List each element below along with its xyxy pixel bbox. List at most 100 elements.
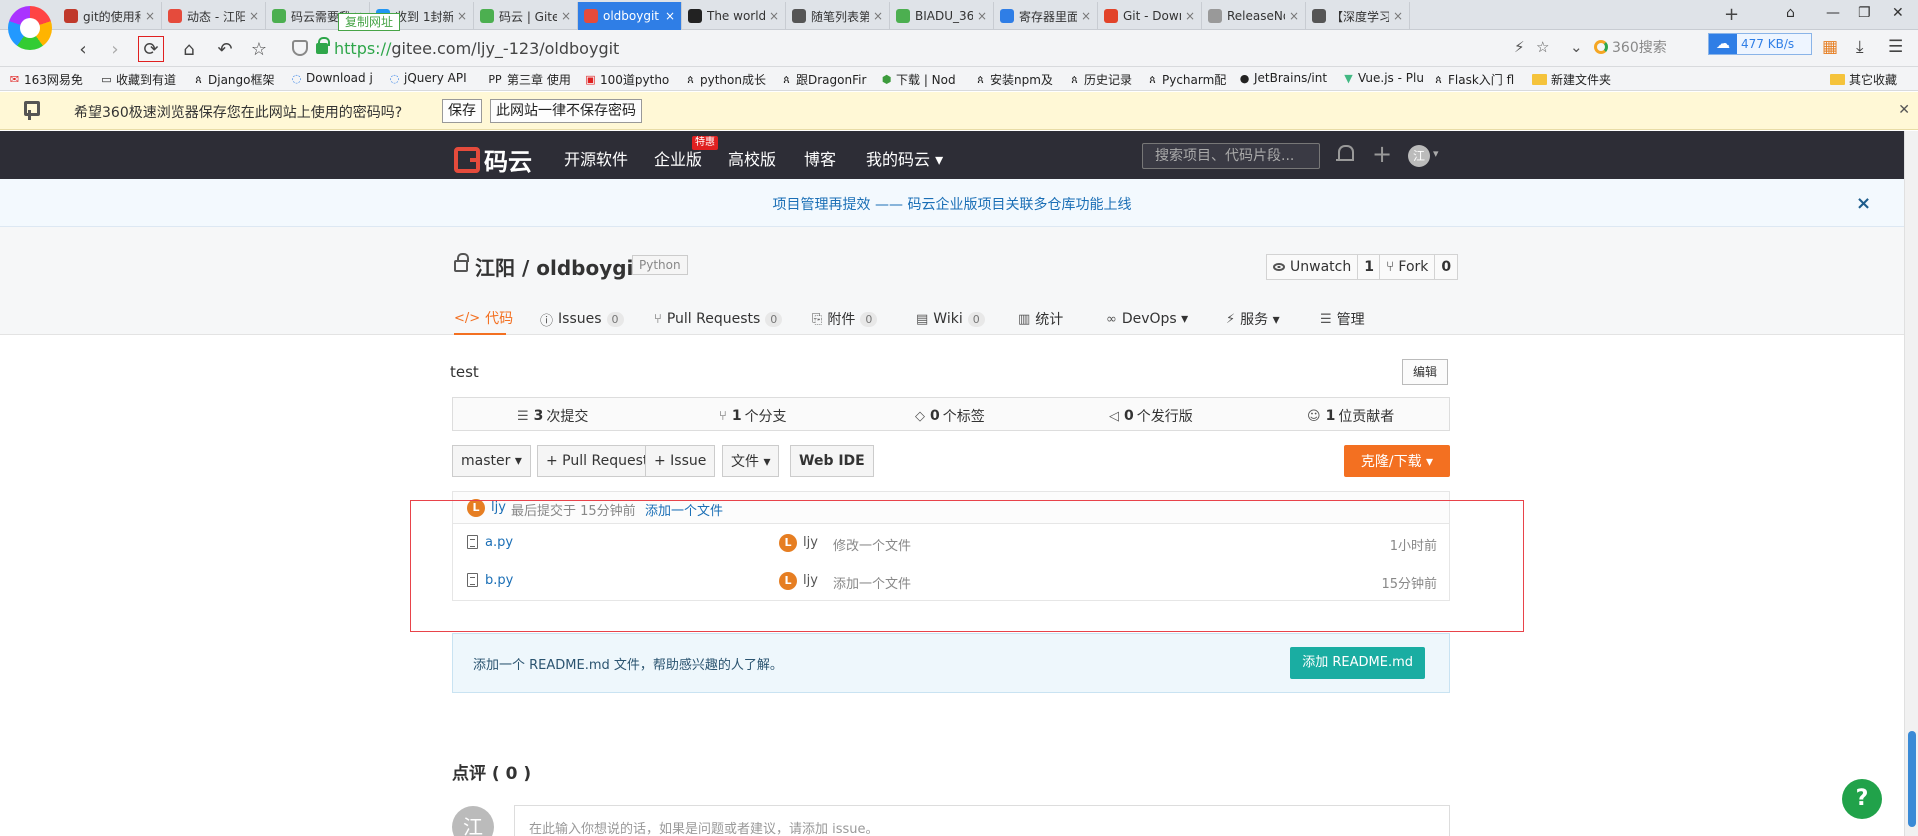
tab-close-icon[interactable]: × [145,9,155,23]
browser-logo-icon[interactable] [8,6,52,50]
branch-select[interactable]: master ▾ [452,445,531,477]
file-name[interactable]: a.py [485,535,513,550]
browser-tab[interactable]: Git - Downl × [1098,2,1202,30]
favorite-star-button[interactable]: ☆ [246,36,272,62]
close-window-button[interactable]: ✕ [1892,5,1904,21]
tab-close-icon[interactable]: × [873,9,883,23]
stat-tags[interactable]: ◇ 0 个标签 [915,406,985,426]
commit-author-avatar[interactable]: L [467,499,485,517]
bookmark-item[interactable]: ✉ 163网易免 [8,71,83,88]
notification-bell-icon[interactable] [1336,144,1354,164]
tab-close-icon[interactable]: × [1081,9,1091,23]
never-save-password-button[interactable]: 此网站一律不保存密码 [490,99,642,123]
file-author-avatar[interactable]: L [779,534,797,552]
unwatch-button[interactable]: Unwatch 1 [1266,254,1381,280]
announcement-close-icon[interactable]: × [1856,193,1871,214]
nav-education[interactable]: 高校版 [728,146,776,170]
avatar-caret-icon[interactable]: ▾ [1433,147,1439,160]
stat-branches[interactable]: ⑂ 1 个分支 [719,406,787,426]
edit-description-button[interactable]: 编辑 [1402,359,1449,385]
site-logo[interactable]: 码云 [454,142,532,177]
web-ide-button[interactable]: Web IDE [790,445,874,477]
close-infobar-icon[interactable]: ✕ [1898,102,1910,118]
new-tab-button[interactable]: + [1724,4,1739,25]
bookmark-item[interactable]: ▣ 100道pytho [584,71,669,88]
stat-releases[interactable]: ◁ 0 个发行版 [1109,406,1193,426]
comment-input[interactable]: 在此输入你想说的话，如果是问题或者建议，请添加 issue。 [514,805,1450,836]
extensions-grid-icon[interactable]: ▦ [1822,37,1838,57]
new-issue-button[interactable]: + Issue [645,445,716,477]
tab-close-icon[interactable]: × [665,9,675,23]
minimize-button[interactable]: — [1826,5,1840,21]
lightning-icon[interactable]: ⚡ [1514,38,1525,56]
announcement-text[interactable]: 项目管理再提效 —— 码云企业版项目关联多仓库功能上线 [0,194,1904,214]
tab-close-icon[interactable]: × [1393,9,1403,23]
bookmark-item[interactable]: ◌ Download j [290,71,373,85]
tab-issues[interactable]: ⓘ Issues 0 [540,303,624,335]
tab-pull-requests[interactable]: ⑂ Pull Requests 0 [654,303,783,335]
bookmark-item[interactable]: ጰ 跟DragonFir [780,71,866,88]
back-button[interactable]: ‹ [70,36,96,62]
home-button[interactable]: ⌂ [176,36,202,62]
browser-tab[interactable]: git的使用和 × [58,2,162,30]
tab-close-icon[interactable]: × [561,9,571,23]
browser-tab[interactable]: 随笔列表第1 × [786,2,890,30]
fork-count[interactable]: 0 [1434,255,1457,279]
tab-attachments[interactable]: ⎘ 附件 0 [812,303,878,335]
forward-button[interactable]: › [102,36,128,62]
browser-tab[interactable]: 码云 | Gitee × [474,2,578,30]
undo-close-button[interactable]: ↶ [212,36,238,62]
pull-request-button[interactable]: + Pull Request [537,445,657,477]
address-bar[interactable]: https:// gitee.com/ljy_-123/oldboygit [292,34,1562,62]
file-author-avatar[interactable]: L [779,572,797,590]
bookmark-item[interactable]: ▭ 收藏到有道 [100,71,176,88]
file-commit-message[interactable]: 修改一个文件 [833,535,911,554]
skin-icon[interactable]: ⌂ [1786,5,1795,21]
bookmark-item[interactable]: ጰ python成长 [684,71,766,88]
tab-statistics[interactable]: ▥ 统计 [1018,303,1063,335]
file-commit-message[interactable]: 添加一个文件 [833,573,911,592]
browser-tab[interactable]: The world's × [682,2,786,30]
tab-close-icon[interactable]: × [457,9,467,23]
browser-tab[interactable]: ReleaseNot × [1202,2,1306,30]
language-badge[interactable]: Python [632,255,688,275]
copy-url-tooltip[interactable]: 复制网址 [338,13,401,31]
file-author[interactable]: ljy [803,535,818,550]
tab-close-icon[interactable]: × [977,9,987,23]
bookmark-item[interactable]: ጰ Django框架 [192,71,274,88]
reload-button[interactable]: ⟳ [138,36,164,62]
stat-commits[interactable]: ☰ 3 次提交 [517,406,588,426]
bookmark-item[interactable]: ● JetBrains/int [1238,71,1327,85]
search-engine-box[interactable]: 360搜索 [1594,37,1667,57]
help-button[interactable]: ? [1842,779,1882,819]
tab-code[interactable]: </> 代码 [454,303,513,335]
download-icon[interactable]: ⤓ [1856,37,1864,57]
bookmark-item[interactable]: ጰ Flask入门 fl [1432,71,1514,88]
page-scrollbar[interactable] [1904,131,1918,836]
tab-close-icon[interactable]: × [1185,9,1195,23]
nav-blog[interactable]: 博客 [804,146,836,170]
create-plus-icon[interactable]: + [1372,140,1392,168]
file-menu-button[interactable]: 文件 ▾ [722,445,780,477]
clone-download-button[interactable]: 克隆/下载 ▾ [1344,445,1450,477]
browser-tab[interactable]: BIADU_360 × [890,2,994,30]
watch-count[interactable]: 1 [1357,255,1380,279]
tab-manage[interactable]: ☰ 管理 [1320,303,1365,335]
bookmark-item[interactable]: PP 第三章 使用 [486,71,570,88]
site-search-input[interactable]: 搜索项目、代码片段... [1142,143,1320,169]
tab-close-icon[interactable]: × [1289,9,1299,23]
file-name[interactable]: b.py [485,573,513,588]
bookmark-item[interactable]: ጰ Pycharm配 [1146,71,1226,88]
bookmark-item[interactable]: ጰ 历史记录 [1068,71,1132,88]
bookmark-item[interactable]: ◌ jQuery API [388,71,467,85]
file-row[interactable]: b.py L ljy 添加一个文件 15分钟前 [453,562,1449,600]
file-author[interactable]: ljy [803,573,818,588]
fork-button[interactable]: ⑂ Fork 0 [1379,254,1459,280]
restore-button[interactable]: ❐ [1858,5,1871,21]
bookmark-folder[interactable]: 新建文件夹 [1532,71,1611,88]
user-avatar[interactable]: 江 [1408,145,1430,167]
stat-contributors[interactable]: ☺ 1 位贡献者 [1307,406,1394,426]
file-row[interactable]: a.py L ljy 修改一个文件 1小时前 [453,524,1449,562]
bookmark-star-icon[interactable]: ☆ [1536,38,1549,56]
commit-author[interactable]: ljy [491,500,506,515]
